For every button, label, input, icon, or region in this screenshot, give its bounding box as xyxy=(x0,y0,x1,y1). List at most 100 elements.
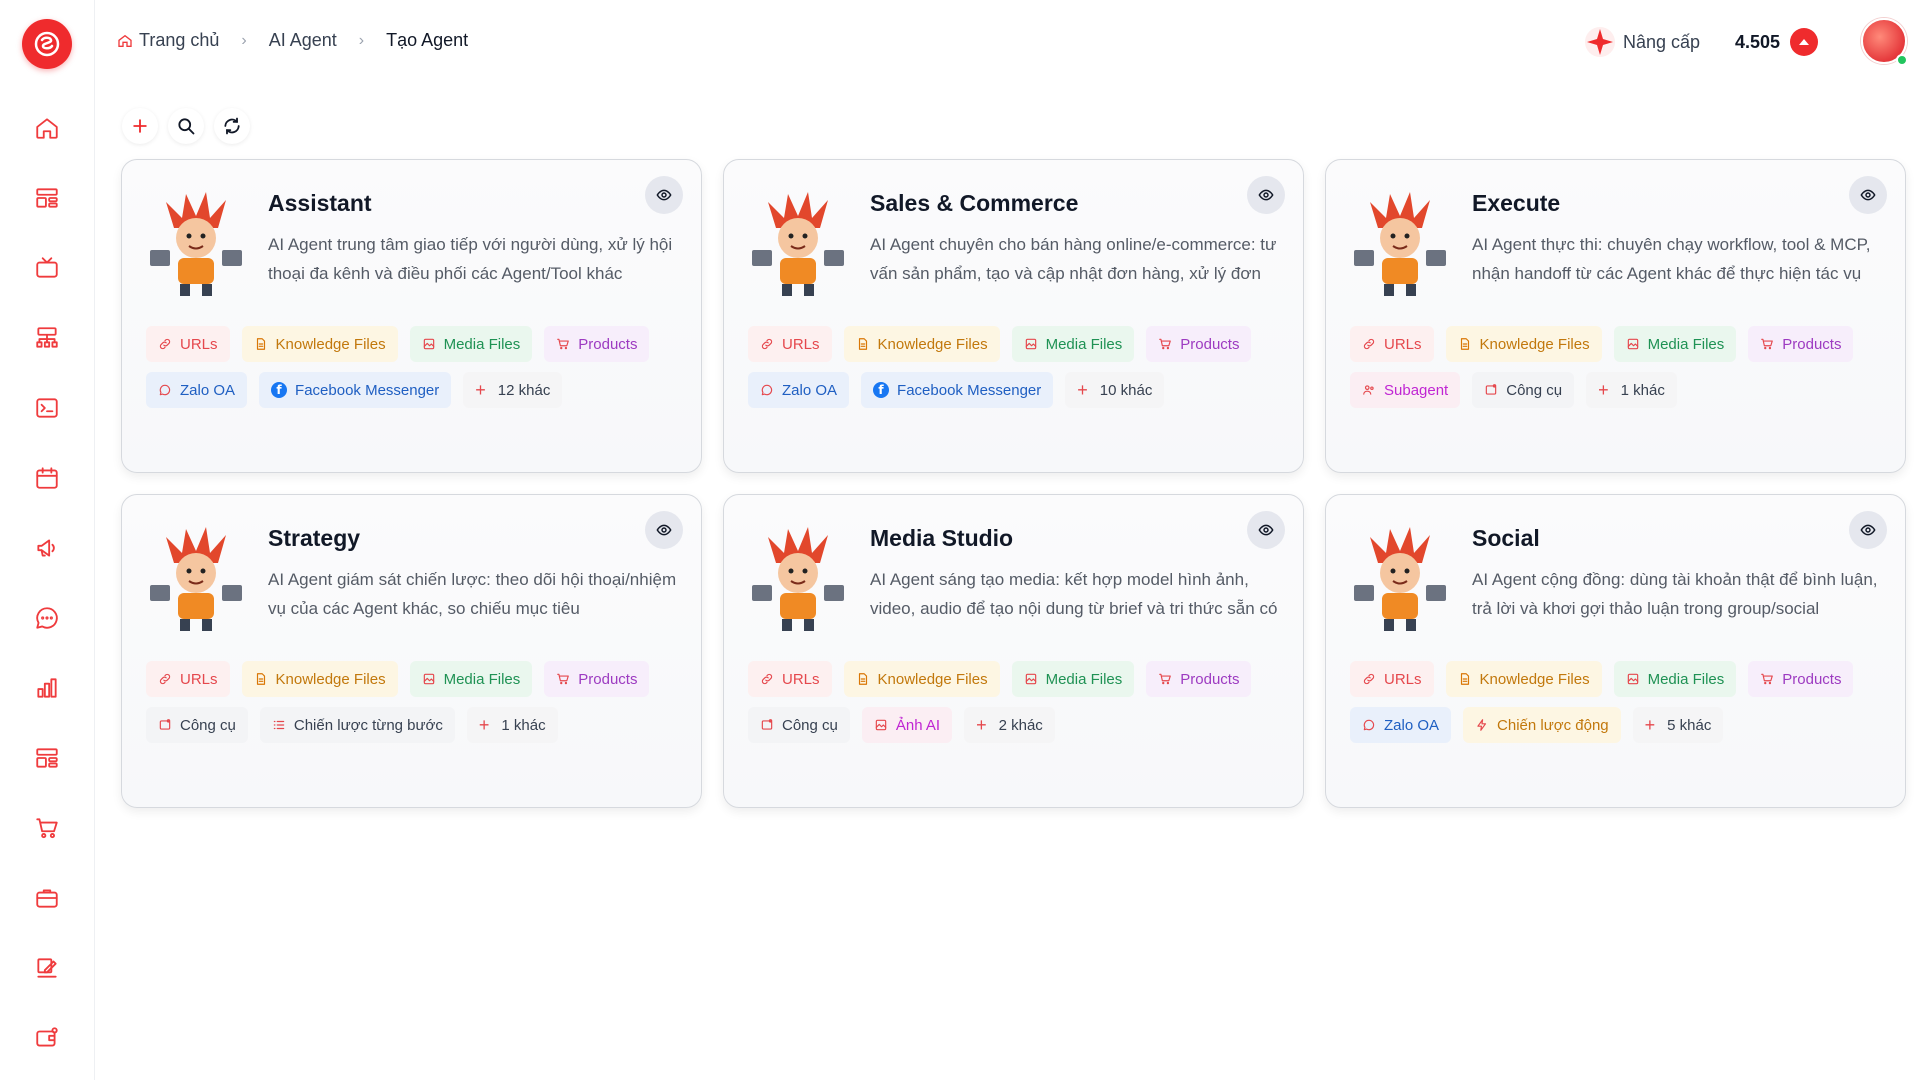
agent-tag[interactable]: URLs xyxy=(146,326,230,362)
plus-icon: + xyxy=(976,714,987,735)
agent-tag-label: Ảnh AI xyxy=(895,716,941,734)
agent-tag[interactable]: Media Files xyxy=(1011,661,1135,697)
agent-tag[interactable]: +12 khác xyxy=(463,372,563,408)
agent-tag[interactable]: Công cụ xyxy=(1472,372,1575,408)
agent-tag[interactable]: Công cụ xyxy=(146,707,248,743)
agent-tag[interactable]: Products xyxy=(1748,326,1854,362)
agent-tag[interactable]: +5 khác xyxy=(1632,707,1724,743)
chevron-right-icon: › xyxy=(358,31,365,49)
agent-tag[interactable]: URLs xyxy=(1350,661,1434,697)
agent-tag[interactable]: Products xyxy=(544,326,650,362)
view-agent-button[interactable] xyxy=(645,176,683,214)
agent-tag[interactable]: Media Files xyxy=(409,326,533,362)
agent-tag-label: Knowledge Files xyxy=(877,335,988,353)
search-button[interactable] xyxy=(168,108,204,144)
agent-mascot-icon xyxy=(150,192,242,296)
add-agent-button[interactable] xyxy=(122,108,158,144)
agent-card-2[interactable]: Execute AI Agent thực thi: chuyên chạy w… xyxy=(1325,159,1906,473)
home-icon xyxy=(36,118,58,139)
agent-tag[interactable]: Products xyxy=(1146,661,1252,697)
agent-tag[interactable]: Knowledge Files xyxy=(843,661,1000,697)
agent-card-5[interactable]: Social AI Agent cộng đồng: dùng tài khoả… xyxy=(1325,494,1906,808)
agent-tag[interactable]: Zalo OA xyxy=(1350,707,1452,743)
eye-icon xyxy=(1860,189,1876,201)
agent-tag[interactable]: Knowledge Files xyxy=(1445,661,1602,697)
zalo-icon xyxy=(761,384,773,396)
agent-tag[interactable]: Chiến lược từng bước xyxy=(259,707,455,743)
bar-chart-icon xyxy=(37,678,57,698)
sidebar-item-calendar[interactable] xyxy=(28,459,66,497)
sidebar-item-analytics[interactable] xyxy=(28,669,66,707)
agent-tag-label: Zalo OA xyxy=(180,381,236,399)
agent-tag-label: Products xyxy=(1782,335,1842,353)
agent-tag[interactable]: URLs xyxy=(1350,326,1434,362)
agent-card-3[interactable]: Strategy AI Agent giám sát chiến lược: t… xyxy=(121,494,702,808)
agent-tag[interactable]: URLs xyxy=(146,661,230,697)
sidebar-item-sitemap[interactable] xyxy=(28,319,66,357)
credits-balance[interactable]: 4.505 xyxy=(1735,28,1819,56)
agent-tag[interactable]: URLs xyxy=(748,661,832,697)
agent-tag[interactable]: +1 khác xyxy=(466,707,558,743)
sidebar-item-edit[interactable] xyxy=(28,949,66,987)
agent-tag[interactable]: URLs xyxy=(748,326,832,362)
agent-tag[interactable]: Công cụ xyxy=(748,707,850,743)
agent-card-1[interactable]: Sales & Commerce AI Agent chuyên cho bán… xyxy=(723,159,1304,473)
terminal-icon xyxy=(36,398,58,418)
agent-tag[interactable]: f Facebook Messenger xyxy=(259,372,452,408)
sidebar-item-layout[interactable] xyxy=(28,739,66,777)
agent-tag[interactable]: Ảnh AI xyxy=(861,707,953,743)
agent-tag-label: URLs xyxy=(180,335,218,353)
sidebar-item-campaign[interactable] xyxy=(28,529,66,567)
breadcrumb-ai-agent[interactable]: AI Agent xyxy=(269,30,337,51)
agent-tag[interactable]: Knowledge Files xyxy=(843,326,1000,362)
agent-tag[interactable]: f Facebook Messenger xyxy=(861,372,1054,408)
agent-tag-label: 2 khác xyxy=(998,716,1043,734)
agent-tag[interactable]: Knowledge Files xyxy=(241,661,398,697)
view-agent-button[interactable] xyxy=(645,511,683,549)
agent-tag[interactable]: Knowledge Files xyxy=(241,326,398,362)
image-icon xyxy=(1627,673,1638,685)
agent-tag[interactable]: +1 khác xyxy=(1586,372,1677,408)
sidebar-item-cart[interactable] xyxy=(28,809,66,847)
agent-tag[interactable]: Products xyxy=(1146,326,1252,362)
sidebar-item-tv[interactable] xyxy=(28,249,66,287)
agent-card-4[interactable]: Media Studio AI Agent sáng tạo media: kế… xyxy=(723,494,1304,808)
view-agent-button[interactable] xyxy=(1849,176,1887,214)
sidebar-item-home[interactable] xyxy=(28,109,66,147)
view-agent-button[interactable] xyxy=(1247,176,1285,214)
calendar-icon xyxy=(36,467,58,489)
sidebar-item-wallet[interactable] xyxy=(28,1019,66,1057)
sidebar-item-dashboard[interactable] xyxy=(28,179,66,217)
agent-card-0[interactable]: Assistant AI Agent trung tâm giao tiếp v… xyxy=(121,159,702,473)
sidebar-item-chat[interactable] xyxy=(28,599,66,637)
agent-tag[interactable]: Media Files xyxy=(1613,326,1737,362)
agent-tag[interactable]: Knowledge Files xyxy=(1445,326,1602,362)
breadcrumb-home[interactable]: Trang chủ xyxy=(117,30,219,51)
agent-tag[interactable]: +10 khác xyxy=(1065,372,1165,408)
users-icon xyxy=(1363,385,1374,395)
agent-tag-label: Knowledge Files xyxy=(275,335,386,353)
agent-tag[interactable]: Products xyxy=(1748,661,1854,697)
agent-description: AI Agent sáng tạo media: kết hợp model h… xyxy=(870,570,1278,618)
sidebar-item-terminal[interactable] xyxy=(28,389,66,427)
agent-tag[interactable]: Media Files xyxy=(1011,326,1135,362)
sidebar-item-briefcase[interactable] xyxy=(28,879,66,917)
agent-title: Social xyxy=(1472,525,1540,551)
upgrade-button[interactable]: Nâng cấp xyxy=(1583,22,1700,62)
agent-tag[interactable]: +2 khác xyxy=(964,707,1055,743)
agent-tag[interactable]: Media Files xyxy=(1613,661,1737,697)
refresh-button[interactable] xyxy=(214,108,250,144)
eye-icon xyxy=(1860,524,1876,536)
app-logo[interactable] xyxy=(22,19,72,69)
agent-tag[interactable]: Products xyxy=(544,661,650,697)
file-icon xyxy=(858,338,867,350)
view-agent-button[interactable] xyxy=(1849,511,1887,549)
agent-tag[interactable]: Media Files xyxy=(409,661,533,697)
agent-tag-label: Công cụ xyxy=(180,716,236,734)
agent-tag[interactable]: Zalo OA xyxy=(146,372,248,408)
agent-tag[interactable]: Subagent xyxy=(1350,372,1461,408)
agent-tag[interactable]: Zalo OA xyxy=(748,372,850,408)
agent-tag[interactable]: Chiến lược động xyxy=(1463,707,1621,743)
view-agent-button[interactable] xyxy=(1247,511,1285,549)
file-icon xyxy=(256,338,265,350)
